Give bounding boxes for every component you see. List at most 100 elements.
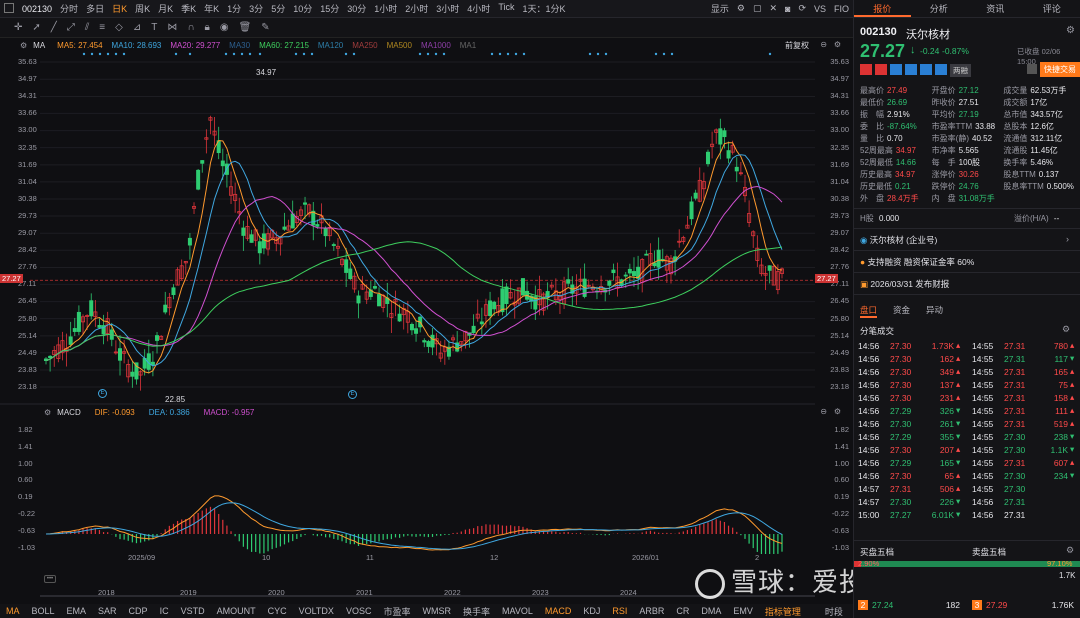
doc-icon[interactable] [920, 64, 932, 75]
book-settings-icon[interactable]: ⚙ [1066, 545, 1074, 556]
avatar[interactable] [897, 444, 911, 458]
ray-tool-icon[interactable]: ⤢ [67, 22, 75, 33]
period-tab[interactable]: 季K [177, 2, 200, 15]
layout-icon[interactable] [4, 3, 14, 13]
delete-icon[interactable]: 🗑︎ [239, 22, 252, 33]
period-tab[interactable]: 15分 [316, 2, 343, 15]
period-tab[interactable]: 日K [108, 2, 131, 15]
fio-button[interactable]: FIO [830, 4, 853, 14]
indicator-tab[interactable]: VOSC [340, 606, 378, 616]
period-tab[interactable]: 3小时 [432, 2, 463, 15]
adjust-mode[interactable]: 前复权 [785, 40, 853, 51]
ma-legend-item[interactable]: MA1000 [421, 41, 451, 50]
margin-info[interactable]: ● 支持融资 融资保证金率 60% [860, 256, 974, 268]
bolt-icon[interactable] [890, 64, 902, 75]
window-icon[interactable]: ▢ [749, 3, 766, 14]
chevron-right-icon[interactable]: › [1066, 234, 1069, 244]
company-link[interactable]: ◉ 沃尔核材 (企业号) [860, 234, 937, 246]
ma-legend-item[interactable]: MA60: 27.215 [259, 41, 309, 50]
event-marker-icon[interactable]: E [98, 389, 107, 398]
quote-tab[interactable]: 分析 [911, 0, 968, 17]
margin-tag[interactable]: 两融 [950, 64, 971, 77]
period-tab[interactable]: 30分 [343, 2, 370, 15]
indicator-tab[interactable]: VOLTDX [293, 606, 340, 616]
ma-legend-item[interactable]: MA1 [460, 41, 476, 50]
indicator-tab[interactable]: 市盈率 [377, 605, 416, 618]
period-tab[interactable]: 分时 [56, 2, 82, 15]
quote-tab[interactable]: 报价 [854, 0, 911, 17]
settings-icon[interactable]: ⚙ [733, 3, 749, 14]
period-tab[interactable]: 3分 [245, 2, 267, 15]
quote-tab[interactable]: 评论 [1024, 0, 1080, 17]
panel-settings-icon[interactable]: ⚙ [834, 40, 841, 49]
ma-legend-item[interactable]: MA5: 27.454 [57, 41, 102, 50]
ma-legend-item[interactable]: MA30 [229, 41, 250, 50]
ma-legend-item[interactable]: MA250 [352, 41, 377, 50]
fib-tool-icon[interactable]: ≡ [99, 22, 105, 33]
period-tab[interactable]: 10分 [289, 2, 316, 15]
camera-icon[interactable]: ◙ [781, 4, 794, 14]
indicator-tab[interactable]: VSTD [175, 606, 211, 616]
ma-legend-item[interactable]: MA10: 28.693 [112, 41, 162, 50]
shape-tool-icon[interactable]: ◇ [115, 22, 123, 33]
indicator-tab[interactable]: MA [0, 606, 26, 616]
period-tab[interactable]: 1小时 [370, 2, 401, 15]
period-tab[interactable]: 多日 [82, 2, 108, 15]
indicator-tab[interactable]: 指标管理 [759, 605, 807, 618]
indicator-tab[interactable]: CYC [262, 606, 293, 616]
period-tab[interactable]: 1天：1分K [518, 2, 569, 15]
eye-icon[interactable]: ◉ [220, 22, 229, 33]
indicator-tab[interactable]: CR [670, 606, 695, 616]
indicator-tab[interactable]: EMV [727, 606, 759, 616]
chart-icon[interactable] [935, 64, 947, 75]
quick-trade-button[interactable]: 快捷交易 [1040, 62, 1080, 77]
indicator-tab[interactable]: CDP [123, 606, 154, 616]
indicator-tab[interactable]: KDJ [577, 606, 606, 616]
period-tab[interactable]: 4小时 [463, 2, 494, 15]
indicator-tab[interactable]: DMA [695, 606, 727, 616]
period-tab[interactable]: 周K [131, 2, 154, 15]
indicator-tab[interactable]: ARBR [633, 606, 670, 616]
crosshair-icon[interactable]: ✛ [14, 22, 22, 33]
indicator-tab[interactable]: BOLL [26, 606, 61, 616]
indicator-tab[interactable]: AMOUNT [211, 606, 262, 616]
macd-indicator-name[interactable]: MACD [57, 408, 95, 417]
pattern-tool-icon[interactable]: ⋈ [167, 22, 177, 33]
period-tab[interactable]: Tick [494, 2, 518, 15]
sub-tab[interactable]: 盘口 [860, 304, 878, 318]
line-tool-icon[interactable]: ╱ [51, 22, 57, 33]
event-marker-icon[interactable]: E [348, 390, 357, 399]
indicator-tab[interactable]: MACD [539, 606, 578, 616]
macd-panel-settings-icon[interactable]: ⚙ [834, 407, 841, 416]
ma-settings-icon[interactable]: ⚙ [0, 41, 33, 50]
period-tab[interactable]: 月K [154, 2, 177, 15]
edit-icon[interactable]: ✎ [261, 22, 269, 33]
collapse-icon[interactable]: ⊖ [820, 40, 827, 49]
sub-tab[interactable]: 资金 [893, 304, 910, 318]
indicator-tab[interactable]: SAR [92, 606, 123, 616]
display-menu[interactable]: 显示 [707, 2, 733, 15]
bottom-right-tab[interactable]: 时段 [819, 605, 849, 618]
more-icon[interactable]: ••• [44, 575, 56, 583]
indicator-tab[interactable]: MAVOL [496, 606, 539, 616]
indicator-tab[interactable]: IC [154, 606, 175, 616]
ma-legend-item[interactable]: MA20: 29.277 [170, 41, 220, 50]
cursor-icon[interactable]: ➚ [32, 22, 40, 33]
indicator-tab[interactable]: 换手率 [457, 605, 496, 618]
sub-tab[interactable]: 异动 [926, 304, 943, 318]
channel-tool-icon[interactable]: ⫽ [85, 22, 89, 33]
period-tab[interactable]: 2小时 [401, 2, 432, 15]
shield-icon[interactable] [905, 64, 917, 75]
indicator-tab[interactable]: RSI [606, 606, 633, 616]
indicator-tab[interactable]: WMSR [416, 606, 457, 616]
quote-tab[interactable]: 资讯 [967, 0, 1024, 17]
macd-collapse-icon[interactable]: ⊖ [820, 407, 827, 416]
indicator-tab[interactable]: EMA [61, 606, 93, 616]
flag-icon[interactable] [860, 64, 872, 75]
period-tab[interactable]: 年K [200, 2, 223, 15]
fire-icon[interactable] [875, 64, 887, 75]
report-info[interactable]: ▣ 2026/03/31 发布财报 [860, 278, 949, 290]
refresh-icon[interactable]: ⟳ [794, 3, 810, 14]
macd-settings-icon[interactable]: ⚙ [0, 408, 57, 417]
alert-icon[interactable] [1027, 64, 1037, 74]
